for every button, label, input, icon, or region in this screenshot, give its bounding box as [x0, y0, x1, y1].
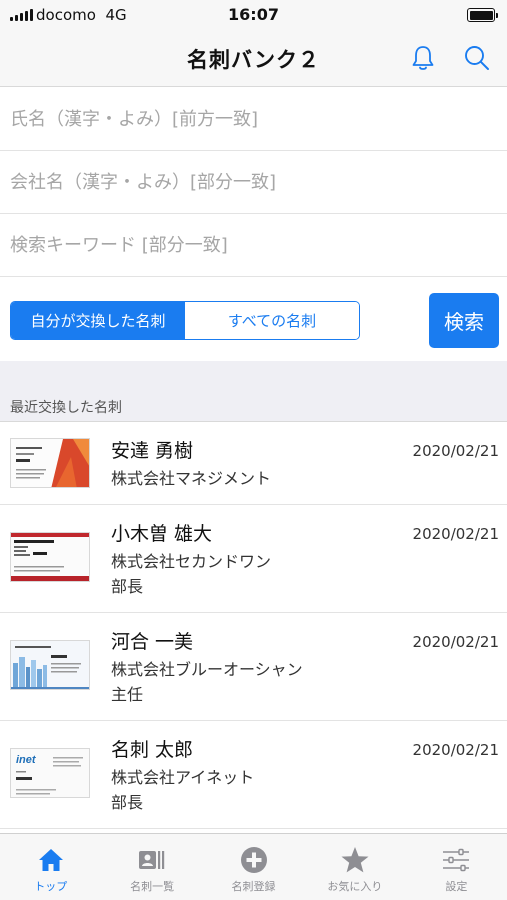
card-list-icon: [139, 851, 165, 869]
navigation-bar: 名刺バンク２: [0, 30, 507, 87]
business-card-thumbnail: inet: [10, 748, 90, 798]
keyword-search-field: [0, 214, 507, 277]
battery-icon: [467, 8, 498, 22]
recent-cards-section-header: 最近交換した名刺: [0, 361, 507, 422]
status-time: 16:07: [228, 5, 279, 24]
tab-label: 名刺登録: [231, 880, 276, 893]
settings-sliders-icon: [443, 848, 470, 872]
business-card-thumbnail: [10, 532, 90, 582]
contact-name: 小木曽 雄大: [111, 523, 213, 545]
business-card-thumbnail: [10, 640, 90, 690]
recent-cards-list: 安達 勇樹 株式会社マネジメント 2020/02/21 小木曽 雄大 株式会社セ…: [0, 422, 507, 829]
segment-my-cards[interactable]: 自分が交換した名刺: [11, 302, 185, 339]
name-search-field: [0, 88, 507, 151]
exchange-scope-segmented-control: 自分が交換した名刺 すべての名刺: [10, 301, 360, 340]
segment-all-cards[interactable]: すべての名刺: [185, 302, 359, 339]
tab-label: 名刺一覧: [130, 880, 175, 893]
tab-settings[interactable]: 設定: [406, 834, 507, 900]
bell-icon[interactable]: [407, 42, 439, 74]
add-circle-icon: [240, 847, 267, 873]
svg-text:inet: inet: [16, 754, 37, 766]
list-item[interactable]: 河合 一美 株式会社ブルーオーシャン 主任 2020/02/21: [0, 613, 507, 721]
company-search-field: [0, 151, 507, 214]
list-item[interactable]: 安達 勇樹 株式会社マネジメント 2020/02/21: [0, 422, 507, 505]
list-item[interactable]: 小木曽 雄大 株式会社セカンドワン 部長 2020/02/21: [0, 505, 507, 613]
name-search-input[interactable]: [10, 88, 497, 150]
company-search-input[interactable]: [10, 151, 497, 213]
contact-company: 株式会社ブルーオーシャン: [111, 660, 303, 679]
tab-label: 設定: [445, 880, 468, 893]
business-card-thumbnail: [10, 438, 90, 488]
contact-company: 株式会社アイネット: [111, 768, 255, 787]
keyword-search-input[interactable]: [10, 214, 497, 276]
tab-label: お気に入り: [327, 880, 383, 893]
status-bar: docomo 4G 16:07: [0, 0, 507, 30]
search-icon[interactable]: [461, 42, 493, 74]
contact-job-title: 部長: [111, 577, 144, 596]
tab-label: トップ: [34, 880, 68, 893]
exchange-date: 2020/02/21: [412, 741, 499, 759]
star-icon: [341, 847, 369, 873]
tab-card-register[interactable]: 名刺登録: [203, 834, 304, 900]
tab-bar: トップ 名刺一覧 名刺登録 お気に入り 設定: [0, 833, 507, 900]
exchange-date: 2020/02/21: [412, 633, 499, 651]
contact-company: 株式会社セカンドワン: [111, 552, 272, 571]
tab-top[interactable]: トップ: [0, 834, 101, 900]
list-item[interactable]: inet 名刺 太郎 株式会社アイネット 部長 2020/02/21: [0, 721, 507, 829]
home-icon: [38, 849, 63, 871]
exchange-date: 2020/02/21: [412, 442, 499, 460]
contact-name: 安達 勇樹: [111, 440, 194, 462]
exchange-date: 2020/02/21: [412, 525, 499, 543]
search-controls: 自分が交換した名刺 すべての名刺 検索: [0, 277, 507, 361]
contact-name: 河合 一美: [111, 631, 194, 653]
contact-job-title: 部長: [111, 793, 144, 812]
search-button[interactable]: 検索: [429, 293, 499, 348]
section-title: 最近交換した名刺: [10, 400, 122, 416]
contact-job-title: 主任: [111, 685, 144, 704]
contact-company: 株式会社マネジメント: [111, 469, 272, 488]
tab-card-list[interactable]: 名刺一覧: [101, 834, 202, 900]
contact-name: 名刺 太郎: [111, 739, 194, 761]
tab-favorites[interactable]: お気に入り: [304, 834, 405, 900]
